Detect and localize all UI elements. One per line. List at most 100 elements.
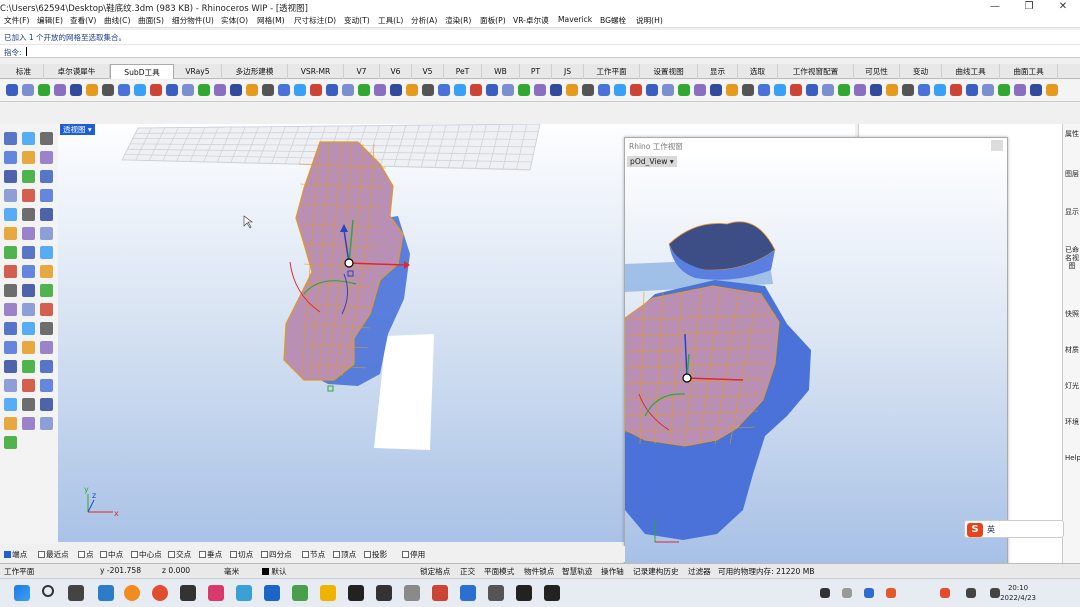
left-tool-icon[interactable] <box>4 151 17 164</box>
subd-tool-icon[interactable] <box>470 84 482 96</box>
left-tool-icon[interactable] <box>4 284 17 297</box>
app-icon-3[interactable] <box>180 585 196 601</box>
left-tool-icon[interactable] <box>22 341 35 354</box>
tab-environment[interactable]: 环境 <box>1065 418 1079 426</box>
subd-tool-icon[interactable] <box>198 84 210 96</box>
tab-viewport-layout[interactable]: 工作视窗配置 <box>778 64 854 79</box>
left-tool-icon[interactable] <box>40 417 53 430</box>
menu-solid[interactable]: 实体(O) <box>221 15 248 26</box>
subd-tool-icon[interactable] <box>854 84 866 96</box>
tab-v5[interactable]: V5 <box>412 64 444 79</box>
osnap-quad[interactable]: 四分点 <box>261 549 292 560</box>
osnap-mid[interactable]: 中点 <box>100 549 123 560</box>
tab-zeuro[interactable]: 卓尔谟犀牛 <box>44 64 110 79</box>
osnap-project[interactable]: 投影 <box>364 549 387 560</box>
close-button[interactable]: ✕ <box>1046 0 1080 14</box>
start-icon[interactable] <box>14 585 30 601</box>
sogou-icon[interactable]: S <box>967 523 983 537</box>
subd-tool-icon[interactable] <box>454 84 466 96</box>
subd-tool-icon[interactable] <box>278 84 290 96</box>
tab-select[interactable]: 选取 <box>738 64 778 79</box>
maximize-button[interactable]: ❐ <box>1012 0 1046 14</box>
subd-tool-icon[interactable] <box>150 84 162 96</box>
subd-tool-icon[interactable] <box>566 84 578 96</box>
taskbar-clock[interactable]: 20:10 2022/4/23 <box>1000 583 1036 603</box>
tab-subd-tools[interactable]: SubD工具 <box>110 64 174 79</box>
subd-tool-icon[interactable] <box>1030 84 1042 96</box>
chrome-icon[interactable] <box>152 585 168 601</box>
osnap-knot[interactable]: 节点 <box>302 549 325 560</box>
subd-tool-icon[interactable] <box>1046 84 1058 96</box>
subd-tool-icon[interactable] <box>822 84 834 96</box>
subd-tool-icon[interactable] <box>806 84 818 96</box>
left-tool-icon[interactable] <box>40 360 53 373</box>
left-tool-icon[interactable] <box>40 398 53 411</box>
pod-viewport[interactable] <box>625 154 1007 566</box>
subd-tool-icon[interactable] <box>774 84 786 96</box>
osnap-center[interactable]: 中心点 <box>131 549 162 560</box>
tray-icon-3[interactable] <box>864 588 874 598</box>
ime-mode[interactable]: 英 <box>987 524 995 535</box>
subd-tool-icon[interactable] <box>662 84 674 96</box>
left-tool-icon[interactable] <box>40 303 53 316</box>
rhino-icon-1[interactable] <box>348 585 364 601</box>
left-tool-icon[interactable] <box>22 246 35 259</box>
app-icon-6[interactable] <box>264 585 280 601</box>
tab-vsr[interactable]: VSR-MR <box>288 64 344 79</box>
left-tool-icon[interactable] <box>40 227 53 240</box>
left-tool-icon[interactable] <box>4 417 17 430</box>
subd-tool-icon[interactable] <box>230 84 242 96</box>
menu-dimension[interactable]: 尺寸标注(D) <box>294 15 336 26</box>
tab-curve-tools[interactable]: 曲线工具 <box>942 64 1000 79</box>
rhino-icon-3[interactable] <box>516 585 532 601</box>
osnap-int[interactable]: 交点 <box>168 549 191 560</box>
subd-tool-icon[interactable] <box>582 84 594 96</box>
tray-icon-2[interactable] <box>842 588 852 598</box>
left-tool-icon[interactable] <box>22 360 35 373</box>
rhino-icon-2[interactable] <box>376 585 392 601</box>
volume-icon[interactable] <box>990 588 1000 598</box>
subd-tool-icon[interactable] <box>550 84 562 96</box>
menu-analyze[interactable]: 分析(A) <box>411 15 437 26</box>
app-icon-10[interactable] <box>432 585 448 601</box>
left-tool-icon[interactable] <box>4 322 17 335</box>
tab-polygon[interactable]: 多边形建模 <box>222 64 288 79</box>
tab-named-views[interactable]: 已命名视图 <box>1065 246 1079 270</box>
rhino-icon-4[interactable] <box>544 585 560 601</box>
task-view-icon[interactable] <box>68 585 84 601</box>
tray-icon-1[interactable] <box>820 588 830 598</box>
menu-tools[interactable]: 工具(L) <box>378 15 403 26</box>
subd-tool-icon[interactable] <box>182 84 194 96</box>
app-icon-8[interactable] <box>320 585 336 601</box>
app-icon-4[interactable] <box>208 585 224 601</box>
menu-vr[interactable]: VR-卓尔谟 <box>513 15 549 26</box>
viewport-title[interactable]: 透视图 ▾ <box>60 124 95 135</box>
status-ortho[interactable]: 正交 <box>460 566 475 577</box>
status-planar[interactable]: 平面模式 <box>484 566 514 577</box>
subd-tool-icon[interactable] <box>486 84 498 96</box>
subd-tool-icon[interactable] <box>166 84 178 96</box>
subd-tool-icon[interactable] <box>534 84 546 96</box>
left-tool-icon[interactable] <box>4 379 17 392</box>
left-tool-icon[interactable] <box>22 151 35 164</box>
tab-lights[interactable]: 灯光 <box>1065 382 1079 390</box>
left-tool-icon[interactable] <box>40 132 53 145</box>
subd-tool-icon[interactable] <box>998 84 1010 96</box>
menu-subd[interactable]: 细分物件(U) <box>172 15 214 26</box>
tab-transform[interactable]: 变动 <box>900 64 942 79</box>
left-tool-icon[interactable] <box>4 189 17 202</box>
subd-tool-icon[interactable] <box>1014 84 1026 96</box>
left-tool-icon[interactable] <box>40 151 53 164</box>
subd-tool-icon[interactable] <box>358 84 370 96</box>
pod-scene[interactable] <box>625 154 1007 566</box>
subd-tool-icon[interactable] <box>886 84 898 96</box>
subd-tool-icon[interactable] <box>6 84 18 96</box>
tab-cplane[interactable]: 工作平面 <box>584 64 640 79</box>
menu-file[interactable]: 文件(F) <box>4 15 29 26</box>
status-filter[interactable]: 过滤器 <box>688 566 711 577</box>
subd-tool-icon[interactable] <box>598 84 610 96</box>
subd-tool-icon[interactable] <box>374 84 386 96</box>
subd-tool-icon[interactable] <box>982 84 994 96</box>
subd-tool-icon[interactable] <box>438 84 450 96</box>
tab-display-panel[interactable]: 显示 <box>1065 208 1079 216</box>
